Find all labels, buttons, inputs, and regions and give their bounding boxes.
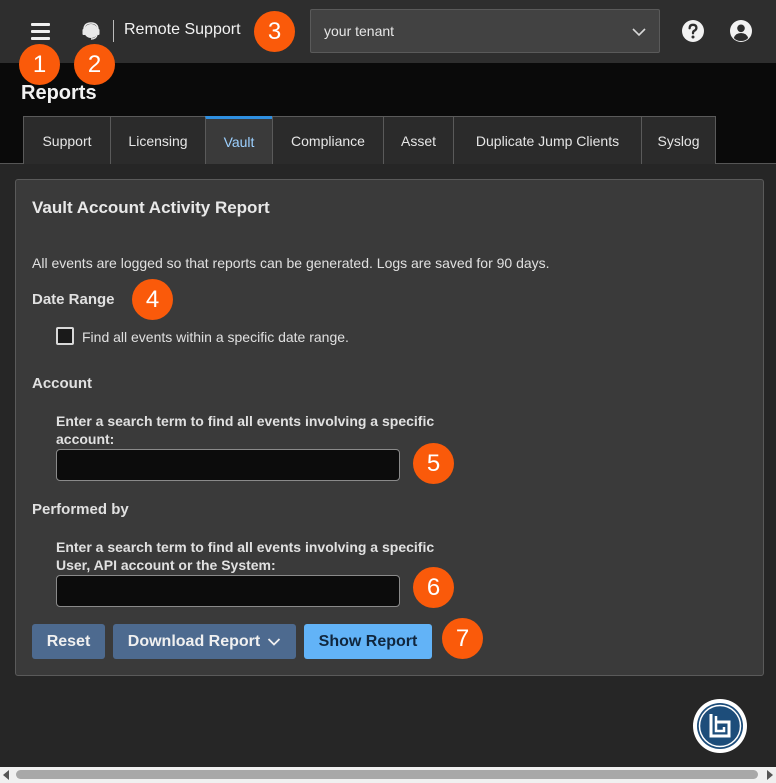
chevron-down-icon [632, 28, 646, 37]
tab-label: Vault [223, 133, 255, 150]
menu-icon[interactable] [29, 20, 53, 42]
app-title: Remote Support [124, 21, 241, 38]
tab-label: Licensing [128, 132, 188, 149]
performed-by-heading: Performed by [32, 501, 129, 518]
callout-badge-1: 1 [19, 44, 60, 85]
report-title: Vault Account Activity Report [32, 198, 270, 217]
tab-syslog[interactable]: Syslog [641, 116, 716, 164]
scroll-right-arrow-icon[interactable] [767, 770, 773, 780]
user-account-icon[interactable] [729, 19, 753, 43]
reset-button[interactable]: Reset [32, 624, 105, 659]
help-icon[interactable] [681, 19, 705, 43]
date-range-checkbox-label: Find all events within a specific date r… [82, 329, 349, 345]
scroll-left-arrow-icon[interactable] [3, 770, 9, 780]
page-title: Reports [21, 82, 97, 104]
tab-compliance[interactable]: Compliance [272, 116, 384, 164]
tab-duplicate-jump-clients[interactable]: Duplicate Jump Clients [453, 116, 642, 164]
tenant-select-value: your tenant [324, 23, 395, 39]
download-report-button[interactable]: Download Report [113, 624, 296, 659]
callout-badge-5: 5 [413, 443, 454, 484]
tenant-select[interactable]: your tenant [310, 9, 660, 53]
show-report-button[interactable]: Show Report [304, 624, 432, 659]
callout-badge-4: 4 [132, 279, 173, 320]
callout-badge-2: 2 [74, 44, 115, 85]
account-heading: Account [32, 375, 92, 392]
tab-label: Support [42, 132, 92, 149]
callout-badge-3: 3 [254, 11, 295, 52]
brand-logo-icon[interactable] [692, 698, 748, 754]
tab-vault[interactable]: Vault [205, 116, 273, 164]
tab-label: Asset [400, 132, 436, 149]
performed-by-field-label: Enter a search term to find all events i… [56, 539, 435, 573]
date-range-checkbox[interactable] [56, 327, 74, 345]
headset-icon [81, 21, 101, 41]
tab-support[interactable]: Support [23, 116, 111, 164]
performed-by-search-input[interactable] [56, 575, 400, 607]
tab-label: Compliance [291, 132, 365, 149]
horizontal-scrollbar[interactable] [0, 767, 776, 783]
report-tabs: Support Licensing Vault Compliance Asset… [23, 116, 716, 164]
download-report-label: Download Report [127, 632, 261, 650]
callout-badge-6: 6 [413, 567, 454, 608]
account-search-input[interactable] [56, 449, 400, 481]
tab-licensing[interactable]: Licensing [110, 116, 206, 164]
report-intro: All events are logged so that reports ca… [32, 255, 550, 271]
scrollbar-thumb[interactable] [16, 770, 758, 779]
tab-label: Duplicate Jump Clients [475, 132, 620, 149]
callout-badge-7: 7 [442, 618, 483, 659]
tab-label: Syslog [657, 132, 700, 149]
chevron-down-icon [268, 637, 281, 646]
date-range-heading: Date Range [32, 291, 115, 308]
account-field-label: Enter a search term to find all events i… [56, 413, 435, 447]
header-divider [113, 20, 114, 42]
tab-asset[interactable]: Asset [383, 116, 454, 164]
